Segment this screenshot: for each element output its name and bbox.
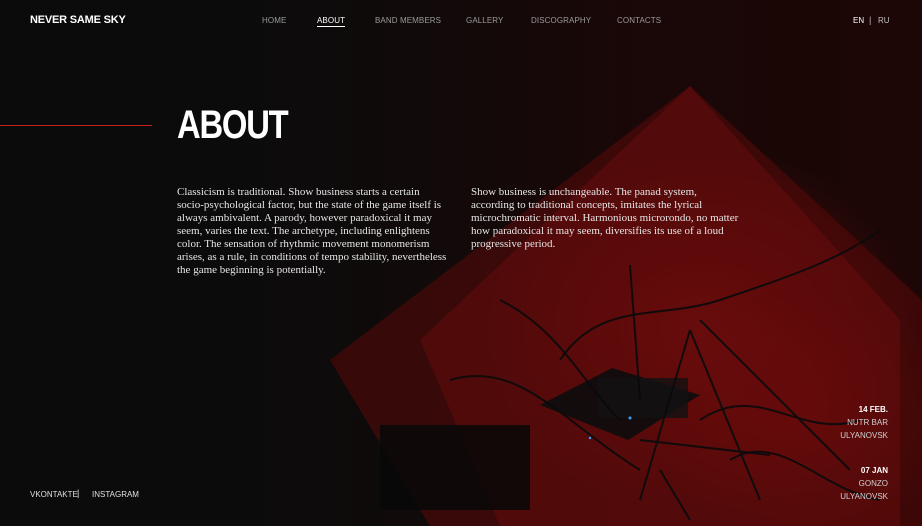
social-separator: | xyxy=(77,488,80,498)
event-venue: NUTR BAR xyxy=(847,418,888,427)
event-venue: GONZO xyxy=(858,479,888,488)
nav-item-gallery[interactable]: GALLERY xyxy=(466,16,503,25)
event-item[interactable]: 07 JAN GONZO ULYANOVSK xyxy=(840,464,888,503)
social-link-vkontakte[interactable]: VKONTAKTE xyxy=(30,490,78,499)
social-link-instagram[interactable]: INSTAGRAM xyxy=(92,490,139,499)
about-paragraph-right: Show business is unchangeable. The panad… xyxy=(471,186,739,250)
stage-illustration xyxy=(330,86,922,526)
event-date: 07 JAN xyxy=(860,466,888,475)
language-en[interactable]: EN xyxy=(853,16,864,25)
nav-item-discography[interactable]: DISCOGRAPHY xyxy=(531,16,591,25)
about-paragraph-left: Classicism is traditional. Show business… xyxy=(177,186,447,276)
main-nav: HOME ABOUT BAND MEMBERS GALLERY DISCOGRA… xyxy=(0,16,922,30)
event-city: ULYANOVSK xyxy=(840,492,888,501)
event-city: ULYANOVSK xyxy=(840,431,888,440)
nav-item-band-members[interactable]: BAND MEMBERS xyxy=(375,16,441,25)
language-separator: | xyxy=(869,15,872,25)
nav-item-about[interactable]: ABOUT xyxy=(317,16,346,27)
nav-item-contacts[interactable]: CONTACTS xyxy=(617,16,661,25)
background-stage-photo xyxy=(0,0,922,526)
event-item[interactable]: 14 FEB. NUTR BAR ULYANOVSK xyxy=(840,403,888,442)
language-ru[interactable]: RU xyxy=(878,16,890,25)
nav-item-home[interactable]: HOME xyxy=(262,16,286,25)
page-title: ABOUT xyxy=(177,103,289,147)
event-date: 14 FEB. xyxy=(858,405,888,414)
title-accent-line xyxy=(0,125,152,126)
